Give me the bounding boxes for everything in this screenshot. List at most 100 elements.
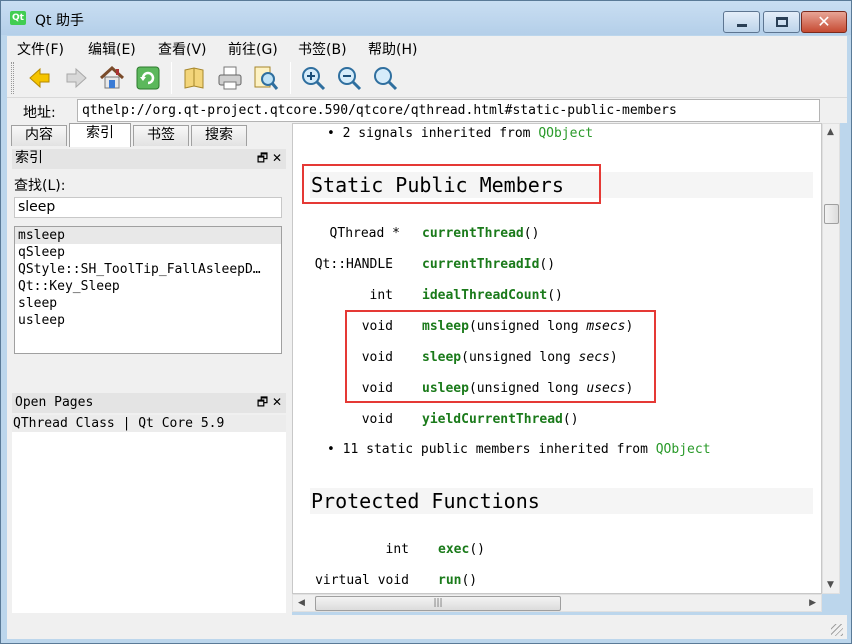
- close-button[interactable]: ✕: [801, 11, 847, 33]
- menu-go[interactable]: 前往(G): [228, 39, 278, 59]
- status-bar: [7, 615, 847, 639]
- member-signature: idealThreadCount(): [422, 288, 563, 303]
- resize-grip-icon[interactable]: [831, 624, 843, 636]
- list-item[interactable]: QStyle::SH_ToolTip_FallAsleepD…: [15, 261, 281, 278]
- scroll-right-icon[interactable]: ▶: [809, 598, 816, 608]
- list-item[interactable]: sleep: [15, 295, 281, 312]
- sync-icon[interactable]: [134, 64, 162, 92]
- member-type: QThread *: [329, 226, 400, 241]
- member-type: int: [385, 542, 409, 557]
- menu-view[interactable]: 查看(V): [158, 39, 207, 59]
- params: (): [523, 226, 540, 241]
- menu-bookmarks[interactable]: 书签(B): [298, 39, 347, 59]
- zoom-out-icon[interactable]: [335, 64, 363, 92]
- sidebar: 内容 索引 书签 搜索 索引 🗗 ✕ 查找(L): sleep msleep q…: [7, 123, 288, 615]
- search-label: 查找(L):: [14, 178, 66, 194]
- open-page-item[interactable]: QThread Class | Qt Core 5.9: [12, 415, 286, 432]
- zoom-reset-icon[interactable]: [371, 64, 399, 92]
- title-bar: Qt Qt 助手 ✕: [1, 1, 851, 35]
- toolbar-separator: [290, 62, 291, 94]
- function-link[interactable]: currentThread: [422, 226, 524, 241]
- find-icon[interactable]: [252, 64, 280, 92]
- list-item[interactable]: Qt::Key_Sleep: [15, 278, 281, 295]
- scroll-up-icon[interactable]: ▲: [827, 127, 834, 137]
- sleep-functions-highlight-box: [345, 310, 656, 403]
- bullet: •: [327, 442, 335, 457]
- menu-edit[interactable]: 编辑(E): [88, 39, 136, 59]
- signals-inherited-text: 2 signals inherited from: [342, 126, 539, 141]
- index-search-input[interactable]: sleep: [14, 197, 282, 218]
- member-type: virtual void: [315, 573, 409, 588]
- function-link[interactable]: currentThreadId: [422, 257, 539, 272]
- member-signature: yieldCurrentThread(): [422, 412, 579, 427]
- toolbar-grip[interactable]: [11, 62, 14, 94]
- static-inherited-line: • 11 static public members inherited fro…: [327, 442, 711, 457]
- heading-highlight-box: [302, 164, 601, 204]
- tab-index[interactable]: 索引: [69, 123, 131, 147]
- member-type: int: [369, 288, 393, 303]
- member-signature: currentThreadId(): [422, 257, 555, 272]
- toolbar-separator: [171, 62, 172, 94]
- list-item[interactable]: qSleep: [15, 244, 281, 261]
- qobject-link[interactable]: QObject: [656, 442, 711, 457]
- function-link[interactable]: run: [438, 573, 461, 588]
- tab-contents[interactable]: 内容: [11, 125, 67, 146]
- bullet: •: [327, 126, 335, 141]
- float-icon[interactable]: 🗗: [257, 395, 268, 409]
- tab-bookmarks[interactable]: 书签: [133, 125, 189, 146]
- qt-app-icon: Qt: [10, 11, 26, 25]
- close-icon: ✕: [817, 12, 831, 31]
- dock-close-icon[interactable]: ✕: [272, 151, 282, 165]
- protected-functions-heading: Protected Functions: [310, 488, 813, 514]
- print-icon[interactable]: [216, 64, 244, 92]
- horizontal-scrollbar[interactable]: ◀ ||| ▶: [292, 594, 822, 612]
- list-item[interactable]: usleep: [15, 312, 281, 329]
- member-signature: run(): [438, 573, 477, 588]
- params: (): [469, 542, 485, 557]
- vertical-scrollbar[interactable]: ▲ ▼: [822, 123, 840, 594]
- scroll-left-icon[interactable]: ◀: [298, 598, 305, 608]
- index-list[interactable]: msleep qSleep QStyle::SH_ToolTip_FallAsl…: [14, 226, 282, 354]
- qobject-link[interactable]: QObject: [538, 126, 593, 141]
- maximize-icon: [776, 17, 788, 27]
- member-type: Qt::HANDLE: [314, 257, 393, 272]
- home-icon[interactable]: [98, 64, 126, 92]
- address-label: 地址:: [23, 105, 56, 121]
- open-pages-list: QThread Class | Qt Core 5.9: [12, 415, 286, 613]
- params: (): [461, 573, 478, 588]
- static-inherited-text: 11 static public members inherited from: [342, 442, 656, 457]
- function-link[interactable]: yieldCurrentThread: [422, 412, 563, 427]
- list-item[interactable]: msleep: [15, 227, 281, 244]
- minimize-icon: [737, 24, 747, 27]
- zoom-in-icon[interactable]: [299, 64, 327, 92]
- dock-close-icon[interactable]: ✕: [272, 395, 282, 409]
- main-window: Qt Qt 助手 ✕ 文件(F) 编辑(E) 查看(V) 前往(G) 书签(B)…: [0, 0, 852, 644]
- address-bar: 地址: qthelp://org.qt-project.qtcore.590/q…: [7, 98, 847, 123]
- index-dock-label: 索引: [15, 150, 43, 166]
- open-pages-dock-title: Open Pages 🗗 ✕: [12, 393, 286, 413]
- scroll-down-icon[interactable]: ▼: [827, 580, 834, 590]
- forward-icon[interactable]: [62, 64, 90, 92]
- dock-controls: 🗗 ✕: [257, 393, 282, 412]
- menu-file[interactable]: 文件(F): [17, 39, 64, 59]
- minimize-button[interactable]: [723, 11, 760, 33]
- maximize-button[interactable]: [763, 11, 800, 33]
- menu-bar: 文件(F) 编辑(E) 查看(V) 前往(G) 书签(B) 帮助(H): [7, 36, 847, 58]
- open-pages-label: Open Pages: [15, 395, 94, 410]
- member-signature: currentThread(): [422, 226, 539, 241]
- float-icon[interactable]: 🗗: [257, 151, 268, 165]
- documentation-view: • 2 signals inherited from QObject Stati…: [292, 123, 822, 594]
- params: (): [562, 412, 579, 427]
- index-dock-title: 索引 🗗 ✕: [12, 149, 286, 169]
- back-icon[interactable]: [26, 64, 54, 92]
- address-field[interactable]: qthelp://org.qt-project.qtcore.590/qtcor…: [77, 99, 820, 122]
- menu-help[interactable]: 帮助(H): [368, 39, 417, 59]
- vertical-scroll-thumb[interactable]: [824, 204, 839, 224]
- tab-search[interactable]: 搜索: [191, 125, 247, 146]
- window-title: Qt 助手: [35, 13, 84, 29]
- horizontal-scroll-thumb[interactable]: |||: [315, 596, 561, 611]
- function-link[interactable]: idealThreadCount: [422, 288, 547, 303]
- member-signature: exec(): [438, 542, 485, 557]
- function-link[interactable]: exec: [438, 542, 469, 557]
- bookmark-icon[interactable]: [180, 64, 208, 92]
